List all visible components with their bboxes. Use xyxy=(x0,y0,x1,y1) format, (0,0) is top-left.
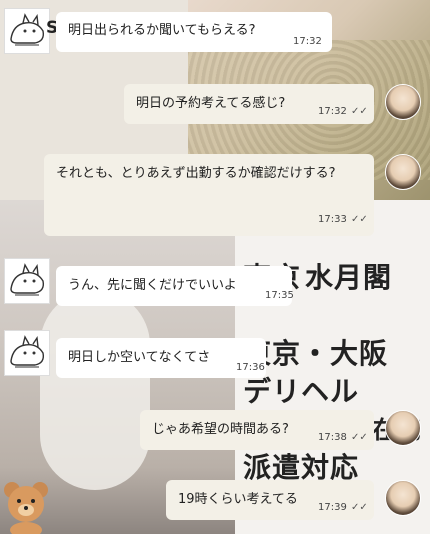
message-text: それとも、とりあえず出勤するか確認だけする? xyxy=(56,166,336,181)
self-avatar[interactable] xyxy=(385,410,421,446)
double-check-icon: ✓✓ xyxy=(351,106,368,117)
message-bubble[interactable]: 19時くらい考えてる xyxy=(166,480,374,520)
contact-avatar[interactable] xyxy=(4,330,50,376)
cat-sketch-icon xyxy=(10,335,45,368)
double-check-icon: ✓✓ xyxy=(351,502,368,513)
message-time: 17:35 xyxy=(265,290,294,301)
self-avatar[interactable] xyxy=(385,154,421,190)
message-bubble[interactable]: 明日の予約考えてる感じ? xyxy=(124,84,374,124)
self-avatar[interactable] xyxy=(385,84,421,120)
double-check-icon: ✓✓ xyxy=(351,432,368,443)
message-time: 17:33 xyxy=(318,214,347,225)
message-text: 明日の予約考えてる感じ? xyxy=(136,96,286,111)
message-time: 17:39 xyxy=(318,502,347,513)
message-time: 17:36 xyxy=(236,362,265,373)
message-text: 19時くらい考えてる xyxy=(178,492,298,507)
message-bubble[interactable]: じゃあ希望の時間ある? xyxy=(140,410,374,450)
message-time: 17:38 xyxy=(318,432,347,443)
contact-avatar[interactable] xyxy=(4,8,50,54)
self-avatar[interactable] xyxy=(385,480,421,516)
message-bubble[interactable]: 明日しか空いてなくてさ xyxy=(56,338,266,378)
message-text: 明日出られるか聞いてもらえる? xyxy=(68,23,256,38)
message-text: じゃあ希望の時間ある? xyxy=(152,422,289,437)
message-time: 17:32 xyxy=(293,36,322,47)
message-time: 17:32 xyxy=(318,106,347,117)
contact-avatar[interactable] xyxy=(4,258,50,304)
message-text: うん、先に聞くだけでいいよ xyxy=(68,278,237,293)
double-check-icon: ✓✓ xyxy=(351,214,368,225)
ad-text-shop-name: 水月閣 xyxy=(305,261,393,294)
teddy-bear-icon xyxy=(4,482,48,534)
cat-sketch-icon xyxy=(10,263,45,296)
message-bubble[interactable]: 明日出られるか聞いてもらえる? xyxy=(56,12,332,52)
message-bubble[interactable]: うん、先に聞くだけでいいよ xyxy=(56,266,292,306)
background-photo-leg xyxy=(40,290,150,490)
cat-sketch-icon xyxy=(10,13,45,46)
message-text: 明日しか空いてなくてさ xyxy=(68,350,211,365)
